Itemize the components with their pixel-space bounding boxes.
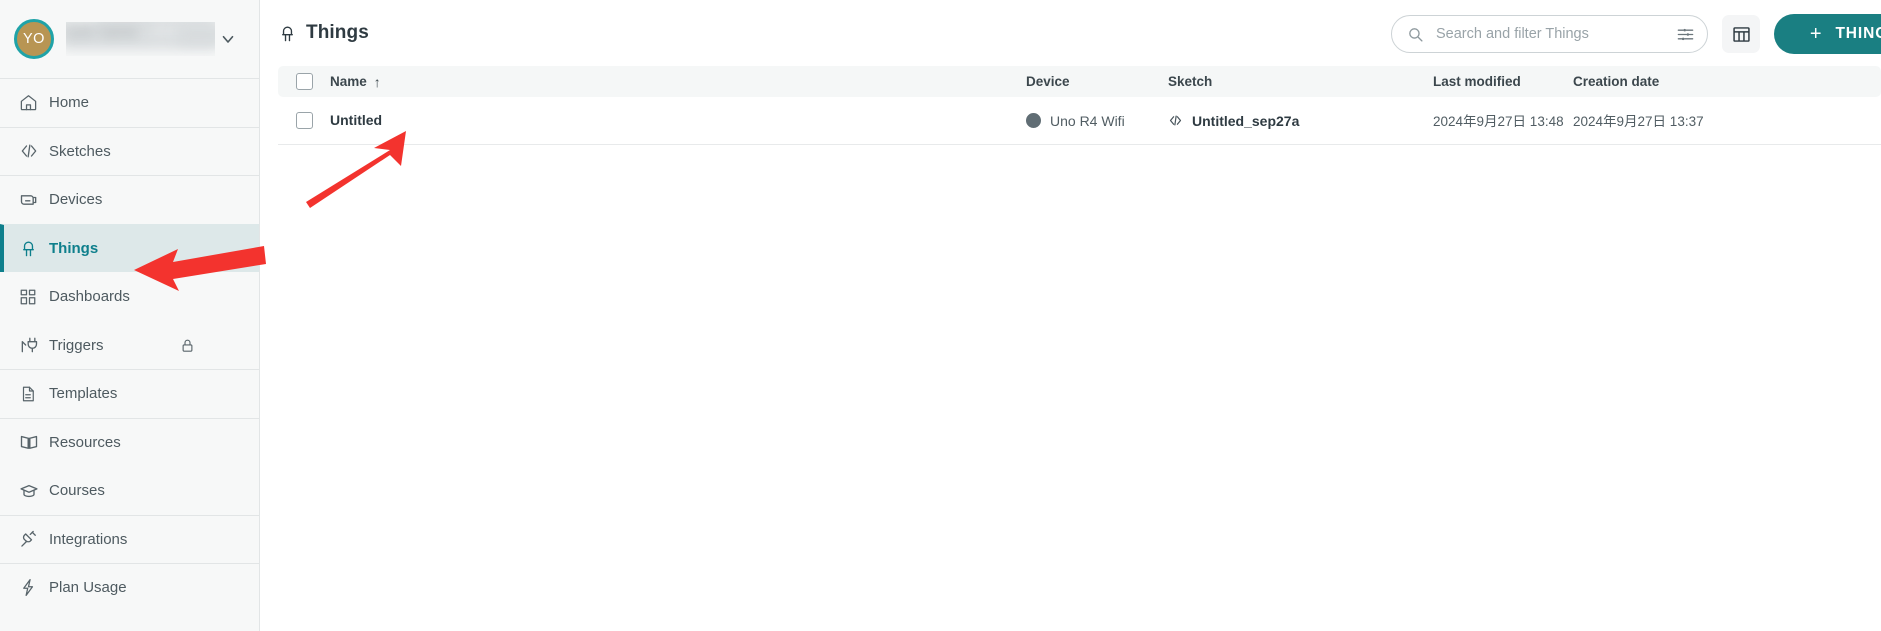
device-name: Uno R4 Wifi — [1050, 112, 1125, 129]
sidebar-item-devices[interactable]: Devices — [0, 175, 259, 224]
account-switcher[interactable]: YO user name — [0, 0, 259, 78]
sidebar-item-home[interactable]: Home — [0, 78, 259, 127]
sidebar-item-label: Courses — [49, 482, 105, 500]
trigger-plug-icon — [19, 334, 45, 356]
code-icon — [19, 140, 45, 162]
sidebar-item-label: Dashboards — [49, 288, 130, 306]
filter-sliders-icon[interactable] — [1676, 25, 1695, 44]
sidebar-item-label: Integrations — [49, 530, 128, 548]
sidebar-nav: Home Sketches Devices Things Dashboards … — [0, 78, 259, 612]
thing-name-link[interactable]: Untitled — [330, 112, 382, 128]
page-title: Things — [306, 22, 369, 43]
dashboard-icon — [19, 286, 45, 308]
graduation-icon — [19, 480, 45, 502]
row-select-cell — [278, 112, 330, 129]
sidebar-item-label: Things — [49, 239, 99, 257]
cell-name: Untitled — [330, 112, 1026, 130]
sidebar-item-label: Home — [49, 94, 90, 112]
column-header-name[interactable]: Name ↑ — [330, 74, 1026, 90]
column-header-last-modified[interactable]: Last modified — [1433, 74, 1573, 89]
table-columns-icon[interactable] — [1722, 15, 1760, 53]
board-icon — [19, 189, 45, 211]
column-header-creation-date[interactable]: Creation date — [1573, 74, 1753, 89]
led-icon — [278, 24, 297, 43]
sidebar-item-plan-usage[interactable]: Plan Usage — [0, 563, 259, 612]
search-icon — [1407, 26, 1424, 43]
sidebar-item-label: Resources — [49, 433, 121, 451]
last-modified-value: 2024年9月27日 13:48 — [1433, 114, 1564, 129]
column-header-label: Creation date — [1573, 74, 1660, 89]
column-header-device[interactable]: Device — [1026, 74, 1168, 89]
column-header-label: Sketch — [1168, 74, 1213, 89]
sidebar-item-label: Plan Usage — [49, 579, 127, 597]
select-all-checkbox[interactable] — [296, 73, 313, 90]
page-toolbar: Things + THING — [260, 0, 1881, 66]
avatar-initials: YO — [23, 31, 45, 47]
avatar[interactable]: YO — [14, 19, 54, 59]
plus-icon: + — [1809, 23, 1823, 45]
cell-sketch: Untitled_sep27a — [1168, 113, 1433, 129]
toolbar-actions: + THING — [1391, 14, 1881, 54]
search-container[interactable] — [1391, 15, 1708, 53]
lock-icon — [180, 338, 195, 353]
add-thing-label: THING — [1835, 25, 1881, 42]
sketch-name: Untitled_sep27a — [1192, 112, 1300, 129]
device-status-dot — [1026, 113, 1041, 128]
sidebar-item-label: Triggers — [49, 336, 104, 354]
sidebar-item-templates[interactable]: Templates — [0, 369, 259, 418]
page-title-group: Things — [278, 22, 369, 44]
table-row[interactable]: Untitled Uno R4 Wifi Untitled_sep27a 202… — [278, 97, 1881, 145]
cell-device: Uno R4 Wifi — [1026, 113, 1168, 129]
row-checkbox[interactable] — [296, 112, 313, 129]
chevron-down-icon[interactable] — [215, 26, 241, 52]
sketch-link[interactable]: Untitled_sep27a — [1168, 113, 1433, 129]
sidebar-item-label: Sketches — [49, 142, 111, 160]
led-icon — [19, 237, 45, 259]
cell-last-modified: 2024年9月27日 13:48 — [1433, 110, 1573, 131]
bolt-icon — [19, 577, 45, 599]
sidebar-item-courses[interactable]: Courses — [0, 466, 259, 515]
home-icon — [19, 92, 45, 114]
main-content: Things + THING — [260, 0, 1881, 631]
column-header-sketch[interactable]: Sketch — [1168, 74, 1433, 89]
column-header-label: Last modified — [1433, 74, 1521, 89]
sidebar-item-label: Templates — [49, 385, 118, 403]
account-name-redacted: user name — [66, 22, 215, 56]
creation-date-value: 2024年9月27日 13:37 — [1573, 114, 1704, 129]
table-body: Untitled Uno R4 Wifi Untitled_sep27a 202… — [278, 97, 1881, 145]
cell-creation-date: 2024年9月27日 13:37 — [1573, 110, 1753, 131]
things-table: Name ↑ Device Sketch Last modified Creat… — [260, 66, 1881, 145]
table-header-row: Name ↑ Device Sketch Last modified Creat… — [278, 66, 1881, 97]
sidebar-item-integrations[interactable]: Integrations — [0, 514, 259, 564]
sidebar-item-things[interactable]: Things — [0, 223, 259, 272]
sidebar-item-sketches[interactable]: Sketches — [0, 126, 259, 176]
sidebar-item-resources[interactable]: Resources — [0, 417, 259, 467]
search-input[interactable] — [1434, 25, 1666, 43]
column-header-label: Name — [330, 74, 367, 89]
template-icon — [19, 383, 45, 405]
select-all-cell — [278, 73, 330, 90]
sidebar: YO user name Home Sketches Devices Thing… — [0, 0, 260, 631]
plug-icon — [19, 528, 45, 550]
sidebar-item-triggers[interactable]: Triggers — [0, 321, 259, 370]
sidebar-item-dashboards[interactable]: Dashboards — [0, 272, 259, 321]
column-header-label: Device — [1026, 74, 1070, 89]
book-icon — [19, 431, 45, 453]
sidebar-item-label: Devices — [49, 191, 103, 209]
app-window: YO user name Home Sketches Devices Thing… — [0, 0, 1881, 631]
sort-ascending-icon: ↑ — [373, 73, 381, 90]
add-thing-button[interactable]: + THING — [1774, 14, 1881, 54]
code-icon — [1168, 113, 1183, 128]
